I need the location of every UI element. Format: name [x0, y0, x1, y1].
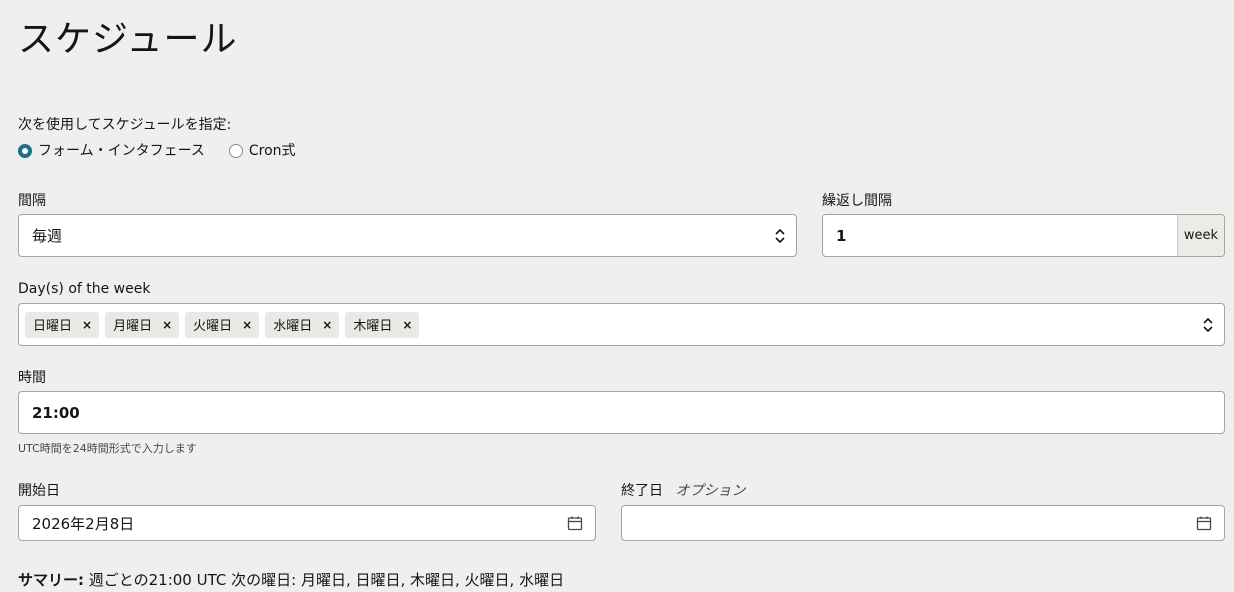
- radio-unselected-icon: [228, 144, 243, 158]
- day-chip-label: 水曜日: [273, 319, 313, 334]
- time-label: 時間: [18, 370, 46, 386]
- remove-chip-icon[interactable]: ×: [242, 318, 252, 332]
- radio-cron-label: Cron式: [248, 143, 296, 159]
- start-date-value: 2026年2月8日: [32, 514, 135, 533]
- day-chip-label: 火曜日: [193, 319, 233, 334]
- interval-value: 毎週: [32, 227, 63, 245]
- day-chip: 月曜日 ×: [105, 311, 180, 338]
- interval-select[interactable]: 毎週: [18, 214, 797, 257]
- days-multiselect[interactable]: 日曜日 × 月曜日 × 火曜日 × 水曜日 × 木曜日 ×: [18, 303, 1225, 346]
- remove-chip-icon[interactable]: ×: [322, 318, 332, 332]
- day-chip: 水曜日 ×: [265, 311, 340, 338]
- summary-prefix: サマリー:: [18, 571, 84, 589]
- end-date-label-row: 終了日 オプション: [621, 482, 745, 500]
- radio-form-interface[interactable]: フォーム・インタフェース: [18, 142, 205, 160]
- day-chip-label: 木曜日: [353, 319, 393, 334]
- days-label: Day(s) of the week: [18, 281, 151, 297]
- schedule-mode-label: 次を使用してスケジュールを指定:: [18, 117, 232, 133]
- end-date-label: 終了日: [621, 483, 663, 499]
- repeat-unit: week: [1177, 215, 1224, 256]
- end-date-input[interactable]: [621, 505, 1225, 541]
- day-chip-label: 日曜日: [33, 319, 73, 334]
- day-chip-label: 月曜日: [113, 319, 153, 334]
- day-chip: 火曜日 ×: [185, 311, 260, 338]
- time-value: 21:00: [32, 403, 80, 422]
- select-updown-icon: [1203, 317, 1213, 332]
- time-help-text: UTC時間を24時間形式で入力します: [18, 442, 197, 455]
- interval-label: 間隔: [18, 193, 46, 209]
- calendar-icon[interactable]: [567, 515, 583, 531]
- time-input[interactable]: 21:00: [18, 391, 1225, 434]
- select-updown-icon: [775, 228, 785, 243]
- start-date-label: 開始日: [18, 483, 60, 499]
- day-chip: 木曜日 ×: [345, 311, 420, 338]
- radio-form-interface-label: フォーム・インタフェース: [38, 143, 205, 159]
- page-title: スケジュール: [18, 19, 238, 60]
- repeat-interval-input[interactable]: 1 week: [822, 214, 1225, 257]
- radio-selected-icon: [18, 144, 32, 158]
- optional-label: オプション: [675, 483, 746, 499]
- start-date-input[interactable]: 2026年2月8日: [18, 505, 596, 541]
- schedule-mode-radio-group: フォーム・インタフェース Cron式: [18, 142, 320, 160]
- remove-chip-icon[interactable]: ×: [402, 318, 412, 332]
- remove-chip-icon[interactable]: ×: [82, 318, 92, 332]
- remove-chip-icon[interactable]: ×: [162, 318, 172, 332]
- summary-text: 週ごとの21:00 UTC 次の曜日: 月曜日, 日曜日, 木曜日, 火曜日, …: [84, 571, 565, 589]
- repeat-interval-label: 繰返し間隔: [822, 193, 892, 209]
- schedule-summary: サマリー: 週ごとの21:00 UTC 次の曜日: 月曜日, 日曜日, 木曜日,…: [18, 570, 564, 590]
- day-chip: 日曜日 ×: [25, 311, 100, 338]
- repeat-interval-value: 1: [836, 226, 847, 245]
- calendar-icon[interactable]: [1196, 515, 1212, 531]
- radio-cron[interactable]: Cron式: [228, 142, 296, 160]
